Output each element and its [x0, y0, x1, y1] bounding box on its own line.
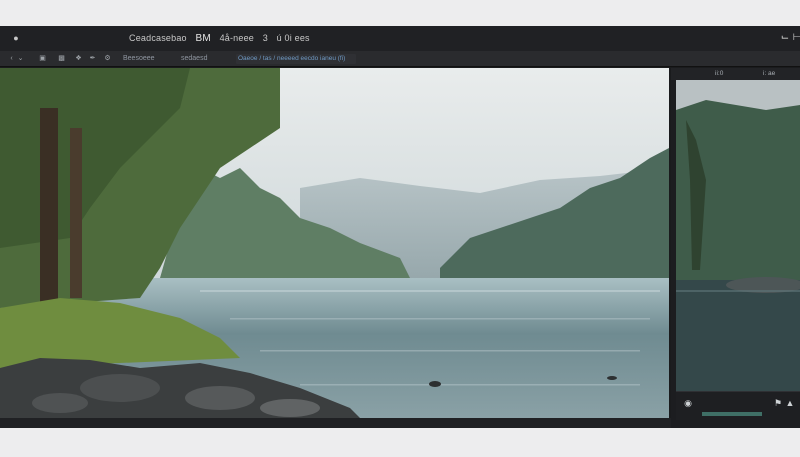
preview-toolbar: ◉ ⚑ ▲	[676, 391, 800, 420]
panel-header-left: ii:0	[715, 70, 724, 77]
preview-image	[676, 80, 800, 420]
pen-icon[interactable]: ✒	[88, 54, 97, 63]
grid-icon[interactable]: ▣	[38, 54, 47, 63]
main-image-canvas[interactable]	[0, 68, 669, 418]
title-bar: ● Ceadcasebao BM 4å-neee 3 ú 0i ees ⌙ ⊢	[0, 26, 800, 51]
menu-item-2[interactable]: sedaesd	[181, 55, 207, 62]
down-icon[interactable]: ⌄	[16, 54, 25, 63]
menu-item-1[interactable]: Beesoeee	[123, 55, 155, 62]
panel-header: ii:0 i: ae	[671, 68, 800, 80]
title-segment-4: 3	[262, 33, 268, 43]
panel-header-right: i: ae	[763, 70, 776, 77]
flag-icon[interactable]: ⚑	[772, 397, 784, 409]
lake-landscape-image	[0, 68, 669, 418]
window-title: Ceadcasebao BM 4å-neee 3 ú 0i ees	[129, 33, 316, 44]
title-segment-1: Ceadcasebao	[129, 33, 187, 43]
expand-icon[interactable]: ▲	[784, 397, 796, 409]
app-window: ● Ceadcasebao BM 4å-neee 3 ú 0i ees ⌙ ⊢ …	[0, 26, 800, 428]
brush-icon[interactable]: ❖	[74, 54, 83, 63]
title-segment-2: BM	[195, 33, 211, 44]
close-icon[interactable]: ⊢	[791, 32, 800, 44]
layers-icon[interactable]: ▩	[57, 54, 66, 63]
title-segment-3: 4å-neee	[219, 33, 254, 43]
status-bar	[0, 418, 671, 428]
camera-icon[interactable]: ◉	[682, 397, 694, 409]
settings-icon[interactable]: ⚙	[103, 54, 112, 63]
path-field[interactable]: Oaeoe / tas / neeeed eecdo ianeu (fi)	[236, 54, 356, 64]
toolbar: ‹ ⌄ ▣ ▩ ❖ ✒ ⚙ Beesoeee sedaesd Oaeoe / t…	[0, 51, 800, 67]
preview-thumbnail[interactable]	[676, 80, 800, 420]
preview-progress	[702, 412, 762, 416]
right-panel: ii:0 i: ae ◉ ⚑ ▲	[671, 68, 800, 428]
title-segment-5: ú 0i ees	[276, 33, 310, 43]
apple-icon[interactable]: ●	[11, 33, 21, 43]
back-icon[interactable]: ‹	[7, 54, 16, 63]
minimize-icon[interactable]: ⌙	[779, 32, 791, 44]
